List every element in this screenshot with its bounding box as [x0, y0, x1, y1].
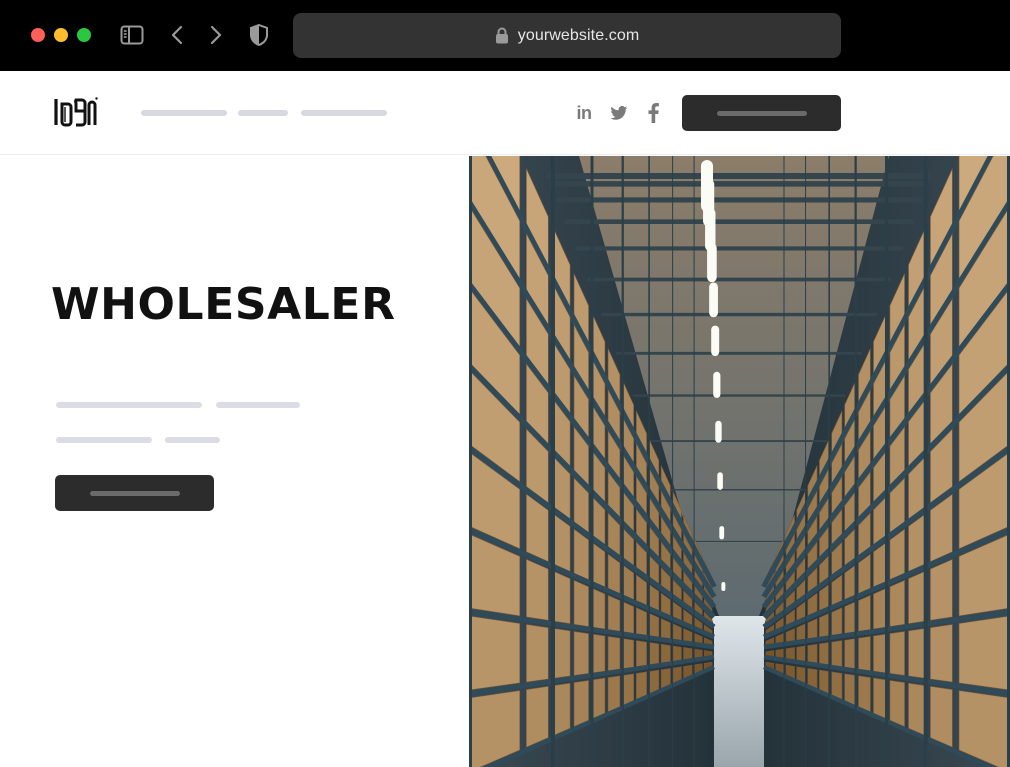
back-arrow-icon[interactable] [164, 22, 190, 48]
site-header: in [0, 71, 1010, 155]
browser-toolbar: yourwebsite.com [0, 0, 1010, 71]
button-label-placeholder [89, 490, 180, 496]
hero-text-placeholder [56, 437, 152, 443]
logo[interactable] [54, 96, 98, 128]
button-label-placeholder [716, 110, 807, 116]
url-text: yourwebsite.com [517, 26, 640, 44]
nav-link-placeholder[interactable] [301, 110, 387, 116]
facebook-icon[interactable] [642, 102, 664, 124]
hero-text-placeholder [165, 437, 220, 443]
hero-text-placeholder [216, 402, 300, 408]
nav-link-placeholder[interactable] [238, 110, 288, 116]
linkedin-icon[interactable]: in [573, 102, 595, 124]
minimize-window-button[interactable] [54, 28, 68, 42]
address-bar[interactable]: yourwebsite.com [293, 13, 841, 58]
forward-arrow-icon[interactable] [203, 22, 229, 48]
nav-link-placeholder[interactable] [141, 110, 227, 116]
lock-icon [495, 27, 509, 44]
browser-window: yourwebsite.com in WHOLESALER [0, 0, 1010, 767]
twitter-icon[interactable] [608, 102, 630, 124]
hero-cta-button[interactable] [55, 475, 214, 511]
sidebar-icon[interactable] [118, 22, 146, 48]
hero-title: WHOLESALER [51, 279, 396, 330]
maximize-window-button[interactable] [77, 28, 91, 42]
warehouse-photo [469, 156, 1010, 767]
close-window-button[interactable] [31, 28, 45, 42]
header-cta-button[interactable] [682, 95, 841, 131]
shield-icon[interactable] [246, 22, 272, 48]
hero-text-placeholder [56, 402, 202, 408]
